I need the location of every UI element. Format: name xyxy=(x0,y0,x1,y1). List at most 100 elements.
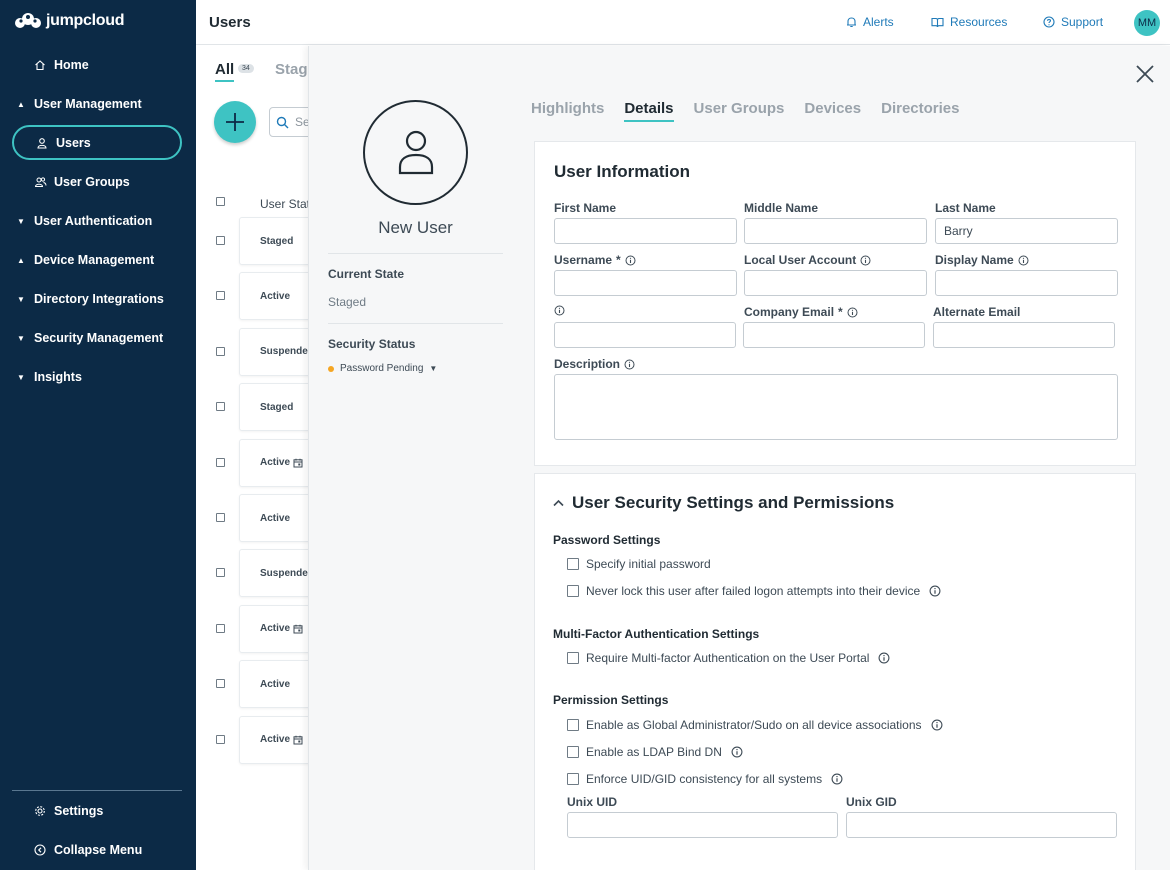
tab-user-groups[interactable]: User Groups xyxy=(694,100,785,122)
security-status-label: Security Status xyxy=(328,337,416,351)
tab-highlights[interactable]: Highlights xyxy=(531,100,604,122)
info-icon[interactable] xyxy=(860,255,871,266)
info-icon[interactable] xyxy=(831,773,843,785)
table-row[interactable]: Active xyxy=(239,660,319,709)
first-name-field[interactable] xyxy=(554,218,737,244)
info-icon[interactable] xyxy=(931,719,943,731)
tab-devices[interactable]: Devices xyxy=(804,100,861,122)
sidebar-item-user-groups[interactable]: User Groups xyxy=(0,164,196,200)
alerts-link[interactable]: Alerts xyxy=(846,15,894,29)
unix-uid-label-text: Unix UID xyxy=(567,795,618,809)
row-checkbox[interactable] xyxy=(216,291,225,301)
global-admin-checkbox[interactable]: Enable as Global Administrator/Sudo on a… xyxy=(567,718,943,732)
user-icon xyxy=(36,137,56,149)
sidebar-item-directory-integrations[interactable]: ▼ Directory Integrations xyxy=(0,281,196,317)
user-status: Suspende xyxy=(260,567,308,579)
row-checkbox[interactable] xyxy=(216,513,225,522)
table-row[interactable]: Active xyxy=(239,438,319,487)
require-mfa-checkbox[interactable]: Require Multi-factor Authentication on t… xyxy=(567,651,890,665)
table-row[interactable]: Active xyxy=(239,715,319,764)
checkbox[interactable] xyxy=(567,585,579,597)
resources-link[interactable]: Resources xyxy=(931,15,1007,29)
sidebar-item-user-authentication[interactable]: ▼ User Authentication xyxy=(0,203,196,239)
username-label-text: Username xyxy=(554,253,613,267)
row-checkbox[interactable] xyxy=(216,236,225,245)
alternate-email-field[interactable] xyxy=(933,322,1115,348)
plus-icon xyxy=(226,113,244,131)
info-icon[interactable] xyxy=(625,255,636,266)
info-icon[interactable] xyxy=(731,746,743,758)
checkbox[interactable] xyxy=(567,746,579,758)
table-row[interactable]: Active xyxy=(239,604,319,653)
enforce-uid-gid-checkbox[interactable]: Enforce UID/GID consistency for all syst… xyxy=(567,772,843,786)
table-row[interactable]: Staged xyxy=(239,383,319,432)
resources-label: Resources xyxy=(950,15,1008,29)
row-checkbox[interactable] xyxy=(216,623,225,633)
sidebar-item-device-management[interactable]: ▲ Device Management xyxy=(0,242,196,278)
checkbox[interactable] xyxy=(567,558,579,570)
info-icon[interactable] xyxy=(847,307,858,318)
unix-uid-field[interactable] xyxy=(567,812,838,838)
never-lock-checkbox[interactable]: Never lock this user after failed logon … xyxy=(567,584,941,598)
column-header-user-status[interactable]: User Stat xyxy=(260,197,310,211)
gear-icon xyxy=(34,805,54,817)
specify-initial-password-checkbox[interactable]: Specify initial password xyxy=(567,557,711,571)
local-user-account-field[interactable] xyxy=(744,270,927,296)
calendar-icon xyxy=(293,624,303,634)
checkbox[interactable] xyxy=(567,652,579,664)
sidebar-item-user-management[interactable]: ▲ User Management xyxy=(0,86,196,122)
sidebar-item-home[interactable]: Home xyxy=(0,47,196,83)
ldap-bind-checkbox[interactable]: Enable as LDAP Bind DN xyxy=(567,745,743,759)
row-checkbox[interactable] xyxy=(216,568,225,578)
company-email-field[interactable] xyxy=(743,322,925,348)
add-user-button[interactable] xyxy=(214,101,256,143)
support-link[interactable]: Support xyxy=(1043,15,1103,29)
unlabeled-field-label xyxy=(554,305,565,316)
row-checkbox[interactable] xyxy=(216,679,225,689)
info-icon[interactable] xyxy=(624,359,635,370)
table-row[interactable]: Suspende xyxy=(239,327,319,376)
table-row[interactable]: Active xyxy=(239,272,319,321)
caret-down-icon: ▼ xyxy=(429,364,438,373)
last-name-field[interactable] xyxy=(935,218,1118,244)
checkbox[interactable] xyxy=(567,773,579,785)
security-section-toggle[interactable]: User Security Settings and Permissions xyxy=(553,493,894,513)
table-row[interactable]: Staged xyxy=(239,217,319,265)
row-checkbox[interactable] xyxy=(216,346,225,356)
sidebar-item-label: Users xyxy=(56,135,91,150)
info-icon[interactable] xyxy=(1018,255,1029,266)
row-checkbox[interactable] xyxy=(216,734,225,744)
display-name-field[interactable] xyxy=(935,270,1118,296)
tab-all[interactable]: All xyxy=(215,61,234,78)
checkbox[interactable] xyxy=(567,719,579,731)
table-row[interactable]: Suspende xyxy=(239,549,319,598)
description-field[interactable] xyxy=(554,374,1118,440)
section-title: User Information xyxy=(554,162,691,181)
info-icon[interactable] xyxy=(554,305,565,316)
sidebar-item-users[interactable]: Users xyxy=(12,125,182,160)
info-icon[interactable] xyxy=(929,585,941,597)
username-field[interactable] xyxy=(554,270,737,296)
jumpcloud-logo[interactable]: jumpcloud xyxy=(13,12,124,30)
table-row[interactable]: Active xyxy=(239,494,319,542)
row-checkbox[interactable] xyxy=(216,402,225,412)
unix-gid-field[interactable] xyxy=(846,812,1117,838)
middle-name-field[interactable] xyxy=(744,218,927,244)
row-checkbox[interactable] xyxy=(216,457,225,467)
security-status-dropdown[interactable]: Password Pending ▼ xyxy=(328,363,437,374)
unlabeled-field[interactable] xyxy=(554,322,736,348)
close-panel-button[interactable] xyxy=(1135,64,1155,89)
user-avatar-placeholder xyxy=(363,100,468,205)
book-icon xyxy=(931,17,944,27)
info-icon[interactable] xyxy=(878,652,890,664)
sidebar-item-security-management[interactable]: ▼ Security Management xyxy=(0,320,196,356)
tab-staged[interactable]: Stag xyxy=(275,61,308,78)
tab-directories[interactable]: Directories xyxy=(881,100,959,122)
caret-up-icon: ▲ xyxy=(17,255,25,265)
user-avatar[interactable]: MM xyxy=(1134,10,1160,36)
sidebar-item-collapse-menu[interactable]: Collapse Menu xyxy=(0,832,196,868)
tab-details[interactable]: Details xyxy=(624,100,674,122)
select-all-checkbox[interactable] xyxy=(216,197,225,206)
sidebar-item-settings[interactable]: Settings xyxy=(0,793,196,829)
sidebar-item-insights[interactable]: ▼ Insights xyxy=(0,359,196,395)
